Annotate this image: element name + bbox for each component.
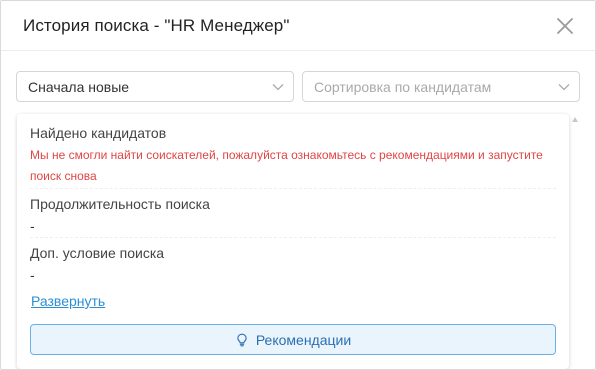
search-duration-label: Продолжительность поиска xyxy=(30,196,210,212)
divider xyxy=(30,237,556,238)
recommendations-button-label: Рекомендации xyxy=(255,331,352,348)
search-duration-section: Продолжительность поиска - xyxy=(30,195,556,235)
recommendations-button[interactable]: Рекомендации xyxy=(30,324,556,355)
scroll-up-arrow-icon[interactable] xyxy=(572,117,578,122)
sort-order-value: Сначала новые xyxy=(28,79,130,95)
chevron-down-icon xyxy=(558,84,570,91)
lightbulb-icon xyxy=(237,333,247,346)
extra-condition-label: Доп. условие поиска xyxy=(30,245,165,261)
search-result-card: Найдено кандидатов Мы не смогли найти со… xyxy=(17,114,569,369)
close-button[interactable] xyxy=(555,16,575,36)
search-history-dialog: История поиска - "HR Менеджер" Сначала н… xyxy=(0,0,596,370)
error-message: Мы не смогли найти соискателей, пожалуйс… xyxy=(30,148,543,183)
sort-by-candidates-placeholder: Сортировка по кандидатам xyxy=(314,79,492,95)
expand-link[interactable]: Развернуть xyxy=(31,293,105,309)
extra-condition-value: - xyxy=(30,267,35,283)
dialog-title: История поиска - "HR Менеджер" xyxy=(23,16,290,35)
chevron-down-icon xyxy=(272,84,284,91)
extra-condition-section: Доп. условие поиска - xyxy=(30,244,556,284)
found-candidates-section: Найдено кандидатов Мы не смогли найти со… xyxy=(30,124,556,187)
close-icon xyxy=(557,18,573,34)
found-candidates-label: Найдено кандидатов xyxy=(30,125,167,141)
sort-order-select[interactable]: Сначала новые xyxy=(16,71,294,102)
search-duration-value: - xyxy=(30,218,35,234)
dialog-header: История поиска - "HR Менеджер" xyxy=(1,1,595,51)
sort-by-candidates-select[interactable]: Сортировка по кандидатам xyxy=(302,71,580,102)
divider xyxy=(30,188,556,189)
